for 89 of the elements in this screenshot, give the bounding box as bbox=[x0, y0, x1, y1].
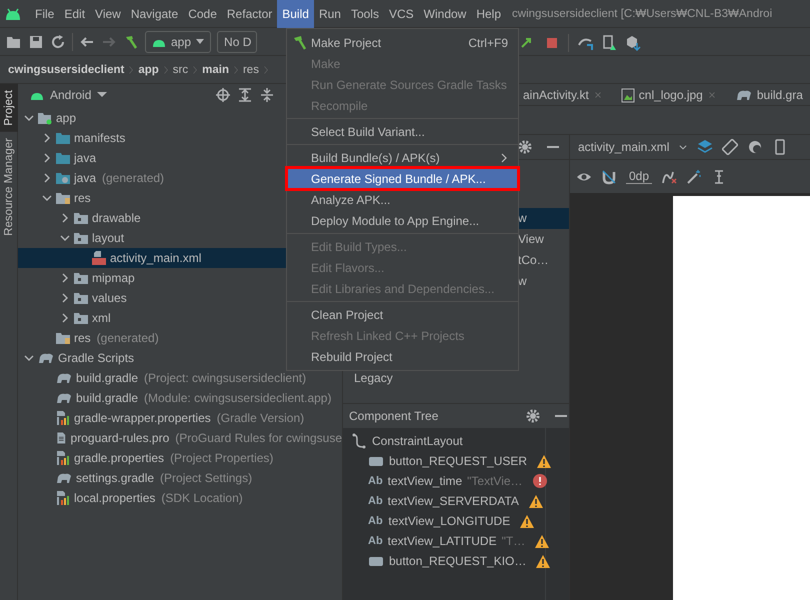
tree-item-note: (Gradle Version) bbox=[216, 411, 304, 425]
tree-item-note: (generated) bbox=[102, 171, 164, 185]
editor-tab[interactable]: ainActivity.kt bbox=[523, 88, 589, 102]
palette-category[interactable]: Legacy bbox=[354, 368, 518, 389]
tree-item-label: gradle.properties bbox=[74, 451, 164, 465]
tree-item[interactable]: button_REQUEST_USER bbox=[389, 454, 528, 468]
menu-item[interactable]: File bbox=[30, 0, 60, 28]
text-widget-icon: Ab bbox=[368, 535, 383, 547]
tree-item[interactable]: textView_time bbox=[388, 474, 462, 488]
tree-item[interactable]: proguard-rules.pro (ProGuard Rules for cwingsuse bbox=[18, 428, 342, 448]
window-title: cwingsusersideclient [C:₩Users₩CNL-B3₩Androi bbox=[512, 8, 772, 20]
tree-item[interactable]: textView_LATITUDE bbox=[388, 534, 497, 548]
tree-item[interactable]: local.properties (SDK Location) bbox=[18, 488, 342, 508]
breadcrumb-item[interactable]: res bbox=[242, 64, 259, 76]
menu-item[interactable]: Refactor bbox=[222, 0, 278, 28]
tree-item[interactable]: textView_SERVERDATA bbox=[388, 494, 519, 508]
tree-item-hint: "TextVie… bbox=[467, 474, 523, 488]
tree-item-label: proguard-rules.pro bbox=[70, 431, 170, 445]
menu-item[interactable]: Window bbox=[418, 0, 472, 28]
tree-item-note: (Project: cwingsusersideclient) bbox=[144, 371, 306, 385]
breadcrumb-item[interactable]: src bbox=[172, 64, 188, 76]
tree-item-label: manifests bbox=[74, 131, 126, 145]
tree-item-label: Gradle Scripts bbox=[58, 351, 134, 365]
tree-item-label: local.properties bbox=[74, 491, 156, 505]
tree-item[interactable]: build.gradle (Project: cwingsusersideclient) bbox=[18, 368, 342, 388]
side-tab[interactable]: Project bbox=[0, 84, 18, 132]
palette-widget[interactable]: tCo… bbox=[518, 250, 569, 271]
menu-item[interactable]: Tools bbox=[346, 0, 384, 28]
tree-item-label: res bbox=[74, 191, 91, 205]
menu-item[interactable]: Clean Project bbox=[287, 304, 518, 325]
tree-item-note: (Project Properties) bbox=[170, 451, 274, 465]
tree-item-label: drawable bbox=[92, 211, 141, 225]
tree-item-label: gradle-wrapper.properties bbox=[74, 411, 211, 425]
text-widget-icon: Ab bbox=[368, 515, 384, 527]
panel-title: Component Tree bbox=[349, 409, 438, 423]
tree-item[interactable]: settings.gradle (Project Settings) bbox=[18, 468, 342, 488]
tree-item-label: res bbox=[74, 331, 91, 345]
text-widget-icon: Ab bbox=[368, 495, 383, 507]
menu-item[interactable]: Select Build Variant... bbox=[287, 121, 518, 142]
tree-item-label: xml bbox=[92, 311, 111, 325]
tree-item-note: (Module: cwingsusersideclient.app) bbox=[144, 391, 332, 405]
tree-item[interactable]: gradle.properties (Project Properties) bbox=[18, 448, 342, 468]
breadcrumb-item[interactable]: app bbox=[138, 64, 159, 76]
tree-item-label: build.gradle bbox=[76, 371, 138, 385]
tree-item-label: activity_main.xml bbox=[110, 251, 202, 265]
tree-item-label: app bbox=[56, 111, 76, 125]
tree-item[interactable]: ConstraintLayout bbox=[372, 434, 463, 448]
menu-item[interactable]: Deploy Module to App Engine... bbox=[287, 210, 518, 231]
tree-item[interactable]: build.gradle (Module: cwingsusersideclient.app) bbox=[18, 388, 342, 408]
tree-item-label: values bbox=[92, 291, 127, 305]
side-tab[interactable]: Resource Manager bbox=[0, 132, 18, 242]
tree-item-label: mipmap bbox=[92, 271, 135, 285]
menu-item[interactable]: Run bbox=[314, 0, 346, 28]
device-dropdown[interactable]: No D bbox=[217, 30, 258, 52]
menu-item[interactable]: Analyze APK... bbox=[287, 189, 518, 210]
tree-item-label: layout bbox=[92, 231, 124, 245]
tree-item-note: (SDK Location) bbox=[161, 491, 243, 505]
run-configuration-dropdown[interactable]: app bbox=[145, 30, 212, 52]
tree-item-note: (ProGuard Rules for cwingsuse bbox=[175, 431, 342, 445]
palette-widget[interactable]: View bbox=[518, 229, 569, 250]
editor-tab[interactable]: build.gra bbox=[756, 88, 803, 102]
tree-item-label: build.gradle bbox=[76, 391, 138, 405]
tree-item[interactable]: gradle-wrapper.properties (Gradle Version) bbox=[18, 408, 342, 428]
tree-item[interactable]: textView_LONGITUDE bbox=[388, 514, 510, 528]
menu-item[interactable]: VCS bbox=[384, 0, 419, 28]
menu-item[interactable]: Code bbox=[183, 0, 222, 28]
tree-item[interactable]: button_REQUEST_KIO… bbox=[389, 554, 526, 568]
breadcrumb-item[interactable]: main bbox=[202, 64, 229, 76]
menu-item[interactable]: Build bbox=[277, 0, 314, 28]
project-view-dropdown[interactable]: Android bbox=[50, 88, 92, 102]
tree-item-note: (Project Settings) bbox=[160, 471, 252, 485]
tree-item-label: java bbox=[74, 151, 96, 165]
editor-tab[interactable]: cnl_logo.jpg bbox=[638, 88, 703, 102]
menu-item[interactable]: Generate Signed Bundle / APK... bbox=[287, 168, 518, 189]
tree-item-hint: "T… bbox=[502, 534, 526, 548]
menu-item[interactable]: Navigate bbox=[126, 0, 184, 28]
menu-item[interactable]: Help bbox=[471, 0, 506, 28]
menu-item[interactable]: Build Bundle(s) / APK(s) bbox=[287, 147, 518, 168]
tree-item-note: (generated) bbox=[96, 331, 159, 345]
shortcut-label: Ctrl+F9 bbox=[468, 36, 508, 50]
menu-item[interactable]: Rebuild Project bbox=[287, 346, 518, 367]
tree-item-label: java bbox=[74, 171, 96, 185]
breadcrumb-item[interactable]: cwingsusersideclient bbox=[8, 64, 124, 76]
menu-item[interactable]: View bbox=[90, 0, 126, 28]
text-widget-icon: Ab bbox=[368, 475, 383, 487]
default-margin-field[interactable]: 0dp bbox=[626, 169, 652, 184]
menu-item[interactable]: Make Project Ctrl+F9 bbox=[287, 32, 518, 53]
tree-item-label: settings.gradle bbox=[76, 471, 154, 485]
menu-item[interactable]: Edit bbox=[59, 0, 90, 28]
